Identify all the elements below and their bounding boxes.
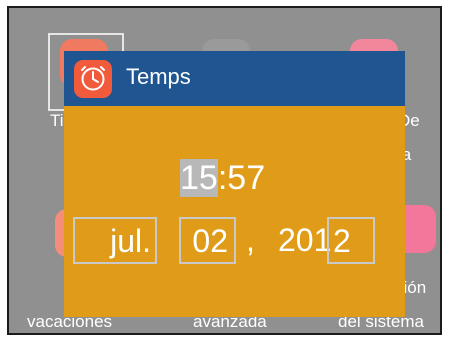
day-field[interactable]: 02 (179, 217, 236, 264)
year-last-digit-value: 2 (333, 223, 351, 259)
dialog-title-bar: Temps (64, 51, 405, 106)
dialog-title: Temps (126, 64, 191, 89)
minutes-field[interactable]: 57 (227, 159, 265, 197)
date-comma: , (246, 222, 255, 258)
clock-app-icon (74, 60, 112, 98)
time-separator: : (217, 159, 228, 197)
day-value: 02 (192, 223, 228, 259)
time-display: 15:57 (180, 158, 265, 198)
year-last-digit-field[interactable]: 2 (327, 217, 375, 264)
device-screen: Tie De la ción vacaciones avanzada del s… (7, 6, 442, 335)
hours-field[interactable]: 15 (180, 159, 218, 197)
year-prefix: 201 (278, 222, 332, 258)
month-value: jul. (110, 223, 151, 259)
time-date-dialog: Temps 15:57 jul. 02 , 201 2 (64, 51, 405, 317)
clock-icon (81, 66, 105, 91)
month-field[interactable]: jul. (73, 217, 157, 264)
